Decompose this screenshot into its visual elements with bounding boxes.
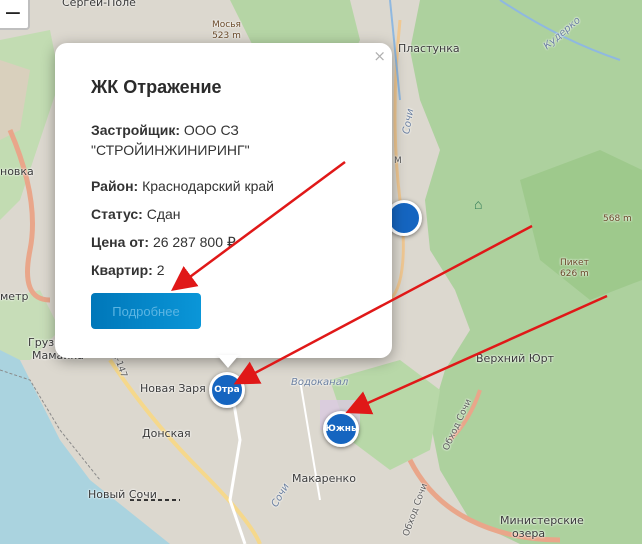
- zoom-out-button[interactable]: −: [0, 0, 30, 30]
- popup-row-status: Статус: Сдан: [91, 204, 331, 224]
- details-button[interactable]: Подробнее: [91, 293, 201, 329]
- shelter-icon: ⌂: [474, 196, 483, 212]
- popup-row-price-label: Цена от:: [91, 234, 150, 250]
- zoom-out-icon: −: [3, 0, 23, 26]
- place-label-verkhny-yurt: Верхний Юрт: [476, 352, 555, 365]
- map-canvas[interactable]: Сергей-Поле Пластунка Мосья 523 m 568 m …: [0, 0, 642, 544]
- peak-mosya-alt: 523 m: [212, 31, 241, 41]
- place-label-novaya-zarya: Новая Заря: [140, 382, 206, 395]
- marker-yuzhny-label: Южнь: [325, 424, 357, 434]
- place-label-vodokanal: Водоканал: [291, 377, 349, 388]
- popup-row-developer-label: Застройщик:: [91, 122, 180, 138]
- place-label-novy-sochi: Новый Сочи: [88, 488, 157, 501]
- place-label-metr: метр: [0, 290, 29, 303]
- peak-piket-alt: 626 m: [560, 269, 589, 279]
- popup-row-apartments-value: 2: [156, 262, 165, 278]
- place-label-makarenko: Макаренко: [292, 472, 356, 485]
- popup-row-developer: Застройщик: ООО СЗ "СТРОЙИНЖИНИРИНГ": [91, 120, 331, 160]
- peak-piket-name: Пикет: [560, 258, 589, 268]
- marker-yuzhny[interactable]: Южнь: [323, 411, 359, 447]
- property-popup: × ЖК Отражение Застройщик: ООО СЗ "СТРОЙ…: [55, 43, 392, 358]
- marker-otrazhenie[interactable]: Отра: [209, 372, 245, 408]
- popup-row-price: Цена от: 26 287 800 ₽: [91, 232, 331, 252]
- popup-row-status-value: Сдан: [146, 206, 181, 222]
- popup-title: ЖК Отражение: [91, 77, 222, 97]
- popup-row-district-value: Краснодарский край: [142, 178, 274, 194]
- peak-568: 568 m: [603, 214, 632, 224]
- popup-row-apartments-label: Квартир:: [91, 262, 153, 278]
- place-label-sergeev-pole: Сергей-Поле: [62, 0, 136, 9]
- marker-otrazhenie-label: Отра: [214, 385, 240, 395]
- popup-row-price-value: 26 287 800 ₽: [152, 234, 236, 250]
- place-label-ministerskie-lakes: озера: [512, 527, 546, 540]
- place-label-donskaya: Донская: [142, 427, 191, 440]
- place-label-novka: новка: [0, 165, 34, 178]
- peak-piket: Пикет 626 m: [560, 258, 589, 280]
- popup-tip: [217, 355, 239, 368]
- road-label-m: М: [394, 156, 402, 166]
- close-icon[interactable]: ×: [373, 47, 386, 65]
- place-label-plastunka: Пластунка: [398, 42, 460, 55]
- peak-mosya-name: Мосья: [212, 20, 241, 30]
- place-label-ministerskie: Министерские: [500, 514, 584, 527]
- popup-row-status-label: Статус:: [91, 206, 143, 222]
- peak-mosya: Мосья 523 m: [212, 20, 241, 42]
- popup-row-district: Район: Краснодарский край: [91, 176, 331, 196]
- popup-row-apartments: Квартир: 2: [91, 260, 331, 280]
- popup-row-district-label: Район:: [91, 178, 139, 194]
